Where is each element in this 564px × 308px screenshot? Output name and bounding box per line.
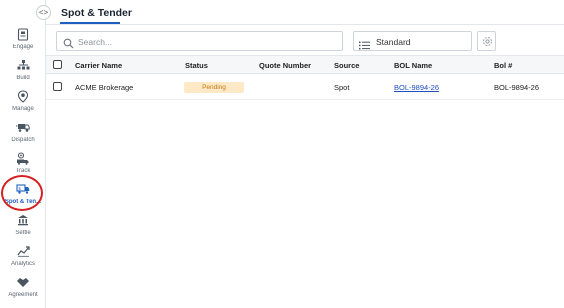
column-header-source[interactable]: Source <box>334 61 359 70</box>
table-header-row: Carrier Name Status Quote Number Source … <box>46 55 564 74</box>
view-selector-dropdown[interactable]: Standard <box>353 31 472 51</box>
sidebar-item-label: Analytics <box>10 261 35 267</box>
active-item-highlight-ring <box>1 175 43 211</box>
sidebar-item-label: Manage <box>12 106 34 112</box>
source-cell: Spot <box>334 83 350 92</box>
sidebar-item-label: Agreement <box>8 292 38 298</box>
table-row[interactable]: ACME Brokerage Pending Spot BOL-9894-26 … <box>46 74 564 100</box>
dispatch-icon <box>0 121 46 135</box>
sidebar-collapse-toggle[interactable]: <> <box>36 5 51 20</box>
sidebar-item-analytics[interactable]: Analytics <box>0 245 46 275</box>
manage-icon <box>0 90 46 104</box>
sidebar-item-settle[interactable]: Settle <box>0 214 46 244</box>
settle-icon <box>0 214 46 228</box>
sidebar-item-agreement[interactable]: Agreement <box>0 276 46 306</box>
sidebar-item-label: Build <box>16 75 30 81</box>
engage-icon <box>0 28 46 42</box>
agreement-icon <box>0 276 46 290</box>
sidebar-item-dispatch[interactable]: Dispatch <box>0 121 46 151</box>
sidebar-item-manage[interactable]: Manage <box>0 90 46 120</box>
column-header-quote-number[interactable]: Quote Number <box>259 61 311 70</box>
header-divider <box>46 24 564 25</box>
search-icon <box>63 36 74 54</box>
bol-number-cell: BOL-9894-26 <box>494 83 540 92</box>
row-select-checkbox[interactable] <box>53 82 62 91</box>
sidebar-item-label: Track <box>15 168 31 174</box>
sidebar-item-label: Dispatch <box>11 137 35 143</box>
sidebar-item-label: Engage <box>12 44 34 50</box>
column-header-carrier-name[interactable]: Carrier Name <box>75 61 122 70</box>
list-view-icon <box>359 37 370 55</box>
sidebar-item-label: Settle <box>15 230 31 236</box>
build-icon <box>0 59 46 73</box>
status-badge: Pending <box>184 82 244 93</box>
view-settings-button[interactable] <box>477 31 496 51</box>
sidebar-item-build[interactable]: Build <box>0 59 46 89</box>
track-icon <box>0 152 46 166</box>
column-header-bol-number[interactable]: Bol # <box>494 61 512 70</box>
carrier-name-cell: ACME Brokerage <box>75 83 134 92</box>
bol-name-link[interactable]: BOL-9894-26 <box>394 83 439 92</box>
left-nav-sidebar: Engage Build Manage Dispatch Track $ Spo… <box>0 0 46 308</box>
select-all-checkbox[interactable] <box>53 60 62 69</box>
search-placeholder: Search... <box>78 37 113 47</box>
code-brackets-icon: <> <box>38 8 49 17</box>
analytics-icon <box>0 245 46 259</box>
page-title-tab[interactable]: Spot & Tender <box>61 7 132 19</box>
column-header-status[interactable]: Status <box>185 61 208 70</box>
view-selector-value: Standard <box>376 37 411 47</box>
search-input[interactable]: Search... <box>56 31 343 51</box>
sidebar-item-engage[interactable]: Engage <box>0 28 46 58</box>
column-header-bol-name[interactable]: BOL Name <box>394 61 432 70</box>
